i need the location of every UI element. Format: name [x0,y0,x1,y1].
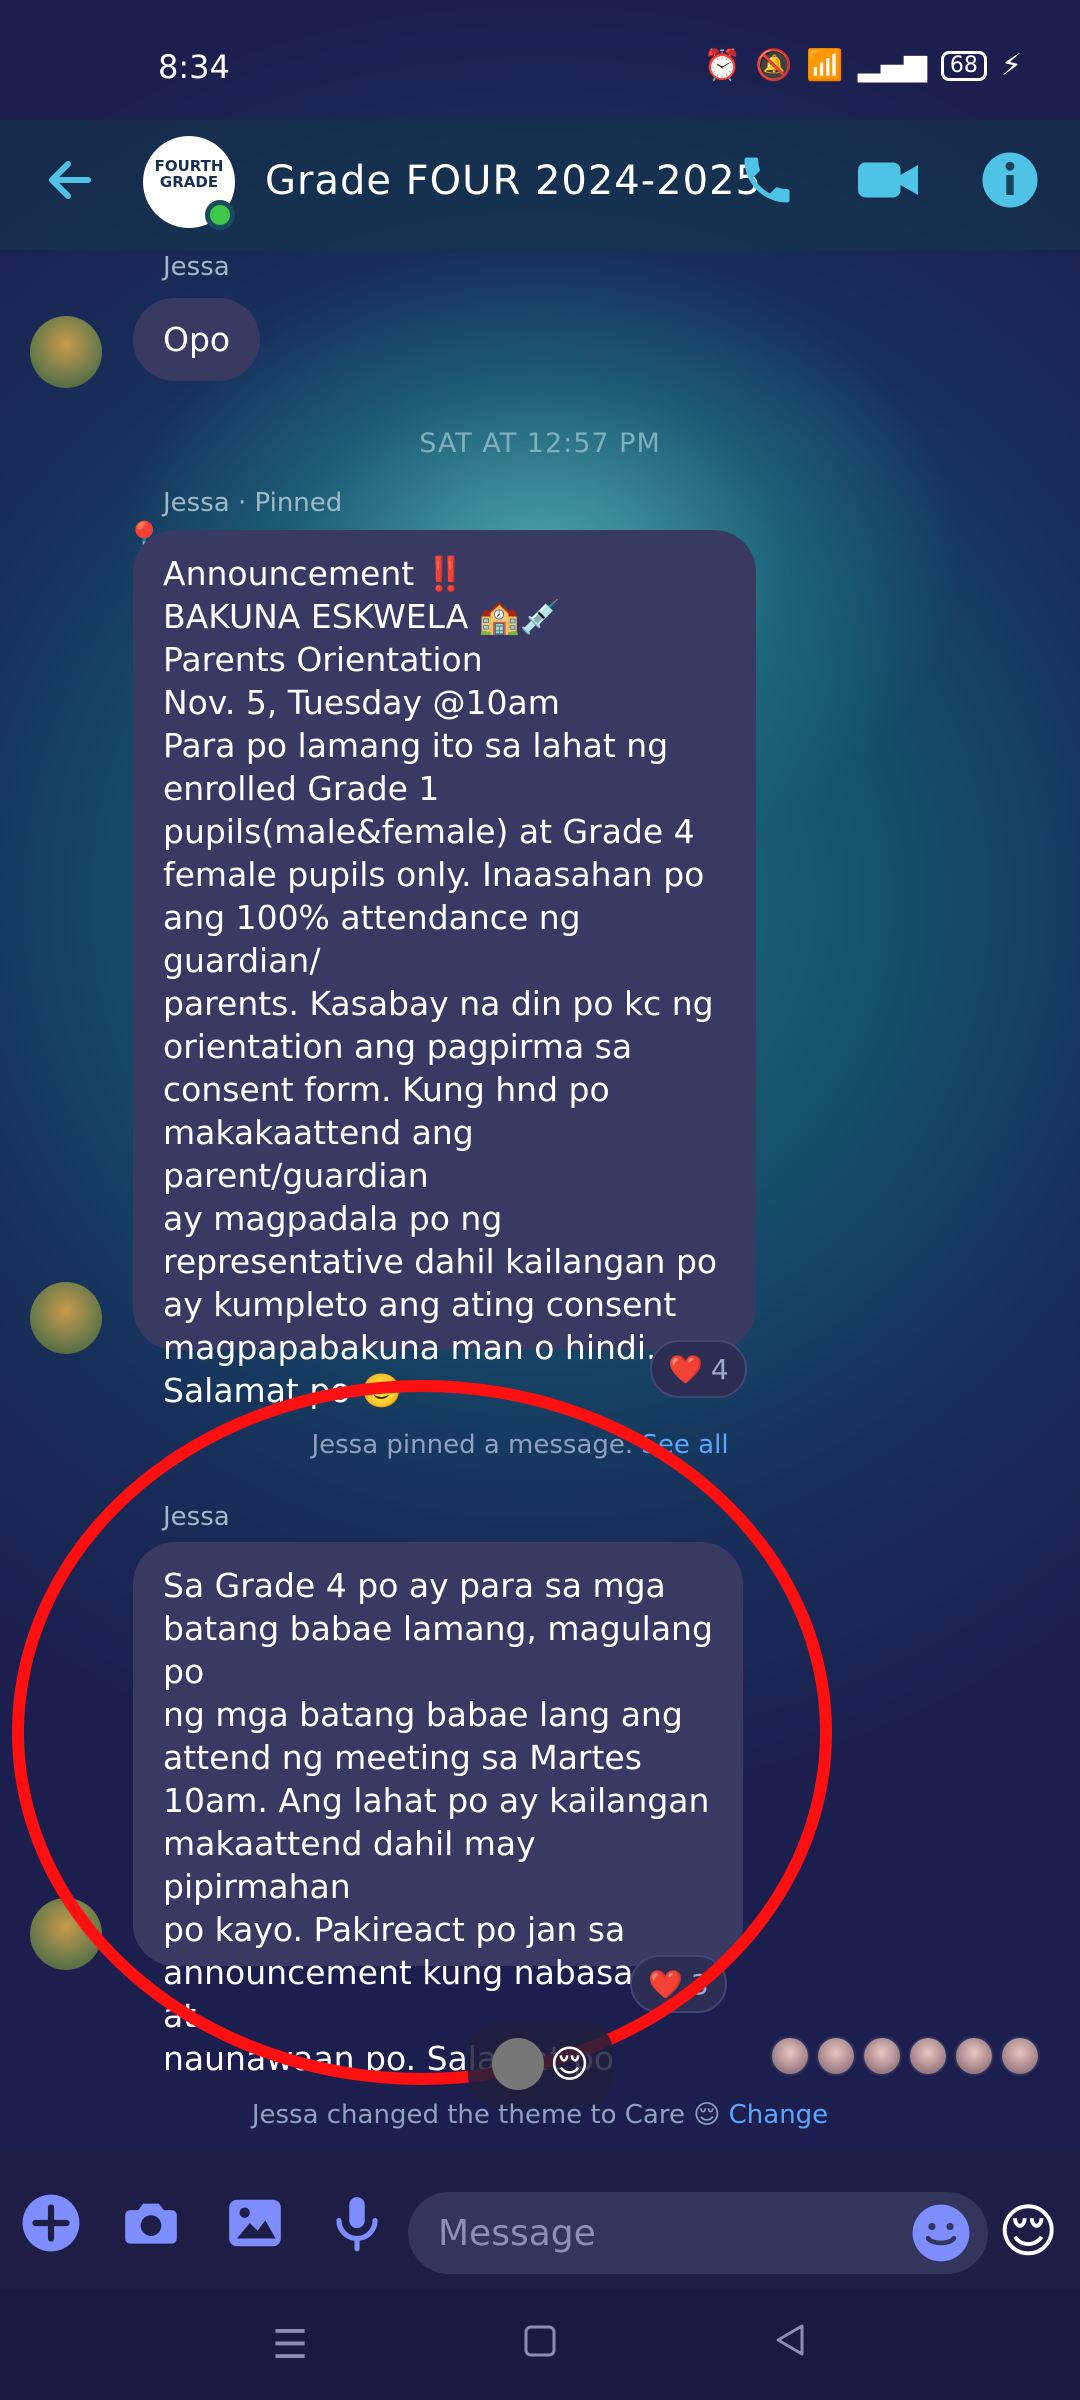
highlight-circle [12,1380,832,2085]
smiley-icon [912,2204,970,2262]
sender-name: Jessa [163,252,230,282]
seen-avatar [954,2036,994,2076]
time-separator: SAT AT 12:57 PM [419,428,661,459]
camera-button[interactable] [120,2192,182,2254]
alarm-icon: ⏰ [703,48,741,83]
emoji-picker-button[interactable] [910,2202,972,2264]
announcement-line: female pupils only. Inaasahan po [163,855,705,894]
announcement-line: BAKUNA ESKWELA 🏫💉 [163,597,561,636]
announcement-line: makakaattend ang parent/guardian [163,1113,474,1195]
reaction-count: 4 [710,1352,729,1386]
announcement-line: Parents Orientation [163,640,483,679]
change-theme-link[interactable]: Change [729,2100,829,2130]
reaction-badge[interactable]: ❤️ 4 [650,1340,747,1398]
seen-avatar [1000,2036,1040,2076]
announcement-line: pupils(male&female) at Grade 4 [163,812,695,851]
group-name[interactable]: Grade FOUR 2024-2025 [265,158,762,204]
relieved-emoji: 😌 [549,2042,590,2086]
square-icon [524,2325,556,2357]
video-camera-icon [858,162,918,198]
online-indicator [205,200,235,230]
call-button[interactable] [737,150,807,220]
gallery-button[interactable] [224,2192,286,2254]
wifi-icon: 📶 [806,48,844,83]
seen-avatar [908,2036,948,2076]
sender-avatar[interactable] [30,316,102,388]
info-icon [982,152,1038,208]
system-nav-bar: ☰ [0,2290,1080,2400]
charging-icon: ⚡ [1000,48,1022,83]
pinned-announcement-bubble[interactable]: Announcement ‼️ BAKUNA ESKWELA 🏫💉 Parent… [133,530,756,1410]
system-message-theme: Jessa changed the theme to Care 😌 Change [0,2100,1080,2130]
sender-avatar[interactable] [30,1282,102,1354]
theme-sticker-pill[interactable]: 😌 [468,2022,613,2106]
system-text: Jessa changed the theme to Care 😌 [251,2100,721,2130]
announcement-line: ang 100% attendance ng guardian/ [163,898,581,980]
message-bubble[interactable]: Opo [133,298,261,381]
quick-reaction-button[interactable]: 😌 [998,2196,1058,2266]
seen-avatar [816,2036,856,2076]
announcement-line: Nov. 5, Tuesday @10am [163,683,560,722]
back-button[interactable] [40,150,100,210]
announcement-line: Para po lamang ito sa lahat ng [163,726,669,765]
home-button[interactable] [515,2320,565,2370]
voice-button[interactable] [326,2192,388,2254]
status-icons: ⏰ 🔕 📶 ▂▄▆ 68 ⚡ [704,48,1022,83]
recent-apps-button[interactable]: ☰ [265,2320,315,2370]
status-bar: 8:34 ⏰ 🔕 📶 ▂▄▆ 68 ⚡ [0,0,1080,136]
announcement-line: Announcement ‼️ [163,554,466,593]
mute-icon: 🔕 [754,48,793,83]
battery-icon: 68 [940,50,987,81]
seen-avatar [770,2036,810,2076]
arrow-left-icon [49,161,91,199]
microphone-icon [336,2197,378,2252]
plus-icon [22,2194,80,2252]
info-button[interactable] [980,150,1050,220]
theme-preview-icon [491,2038,544,2090]
sender-name-pinned: Jessa · Pinned [163,488,343,518]
announcement-line: enrolled Grade 1 [163,769,440,808]
message-input-wrapper [408,2192,988,2274]
chat-header: FOURTH GRADE Grade FOUR 2024-2025 [0,120,1080,250]
announcement-line: orientation ang pagpirma sa [163,1027,633,1066]
announcement-line: parents. Kasabay na din po kc ng [163,984,714,1023]
read-receipts[interactable] [770,2036,1040,2076]
announcement-line: representative dahil kailangan po [163,1242,718,1281]
triangle-back-icon [776,2324,804,2356]
announcement-line: consent form. Kung hnd po [163,1070,610,1109]
announcement-line: ay kumpleto ang ating consent [163,1285,677,1324]
group-avatar-label: FOURTH GRADE [154,157,224,191]
announcement-line: ay magpadala po ng [163,1199,503,1238]
signal-icon: ▂▄▆ [857,48,927,83]
message-input[interactable] [438,2192,878,2274]
phone-icon [744,157,790,203]
back-nav-button[interactable] [765,2320,815,2370]
status-time: 8:34 [158,48,230,86]
announcement-line: magpapabakuna man o hindi. [163,1328,657,1367]
camera-icon [125,2203,177,2244]
add-button[interactable] [20,2192,82,2254]
video-call-button[interactable] [855,150,925,220]
image-icon [229,2199,281,2247]
heart-icon: ❤️ [668,1352,703,1386]
seen-avatar [862,2036,902,2076]
